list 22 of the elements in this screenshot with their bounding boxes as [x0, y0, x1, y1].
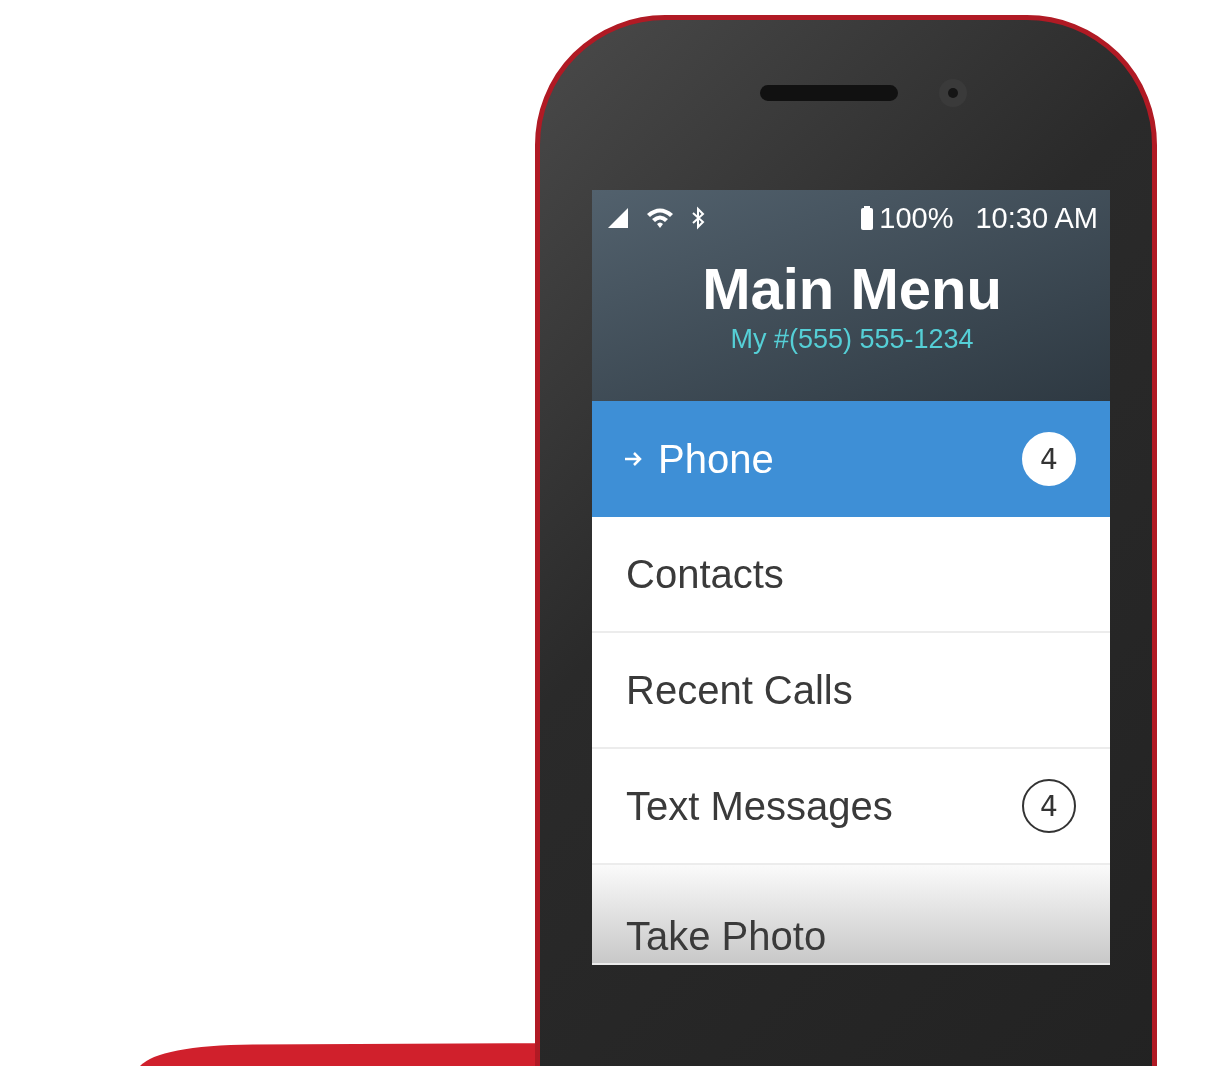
count-badge: 4 [1022, 779, 1076, 833]
clock-time: 10:30 AM [975, 201, 1098, 235]
menu-item[interactable]: Phone 4 [592, 401, 1110, 517]
menu-item[interactable]: Contacts [592, 517, 1110, 633]
menu-label: Recent Calls [626, 667, 854, 713]
menu-item[interactable]: Take Photo [592, 865, 1110, 965]
menu-item[interactable]: Text Messages 4 [592, 749, 1110, 865]
arrow-icon [624, 451, 644, 467]
menu-label: Contacts [626, 551, 785, 597]
count-badge: 4 [1022, 432, 1076, 486]
battery-level: 100% [879, 201, 954, 235]
bluetooth-icon [690, 206, 706, 230]
camera-icon [938, 78, 968, 108]
battery-icon [861, 206, 874, 230]
menu-label: Take Photo [626, 914, 828, 959]
menu-item[interactable]: Recent Calls [592, 633, 1110, 749]
menu-label: Phone [658, 436, 775, 482]
menu-label: Text Messages [626, 783, 894, 829]
phone-number: My #(555) 555-1234 [730, 324, 974, 355]
signal-icon [606, 206, 630, 230]
speaker-icon [760, 85, 898, 101]
screen-title: Main Menu [702, 255, 1002, 323]
